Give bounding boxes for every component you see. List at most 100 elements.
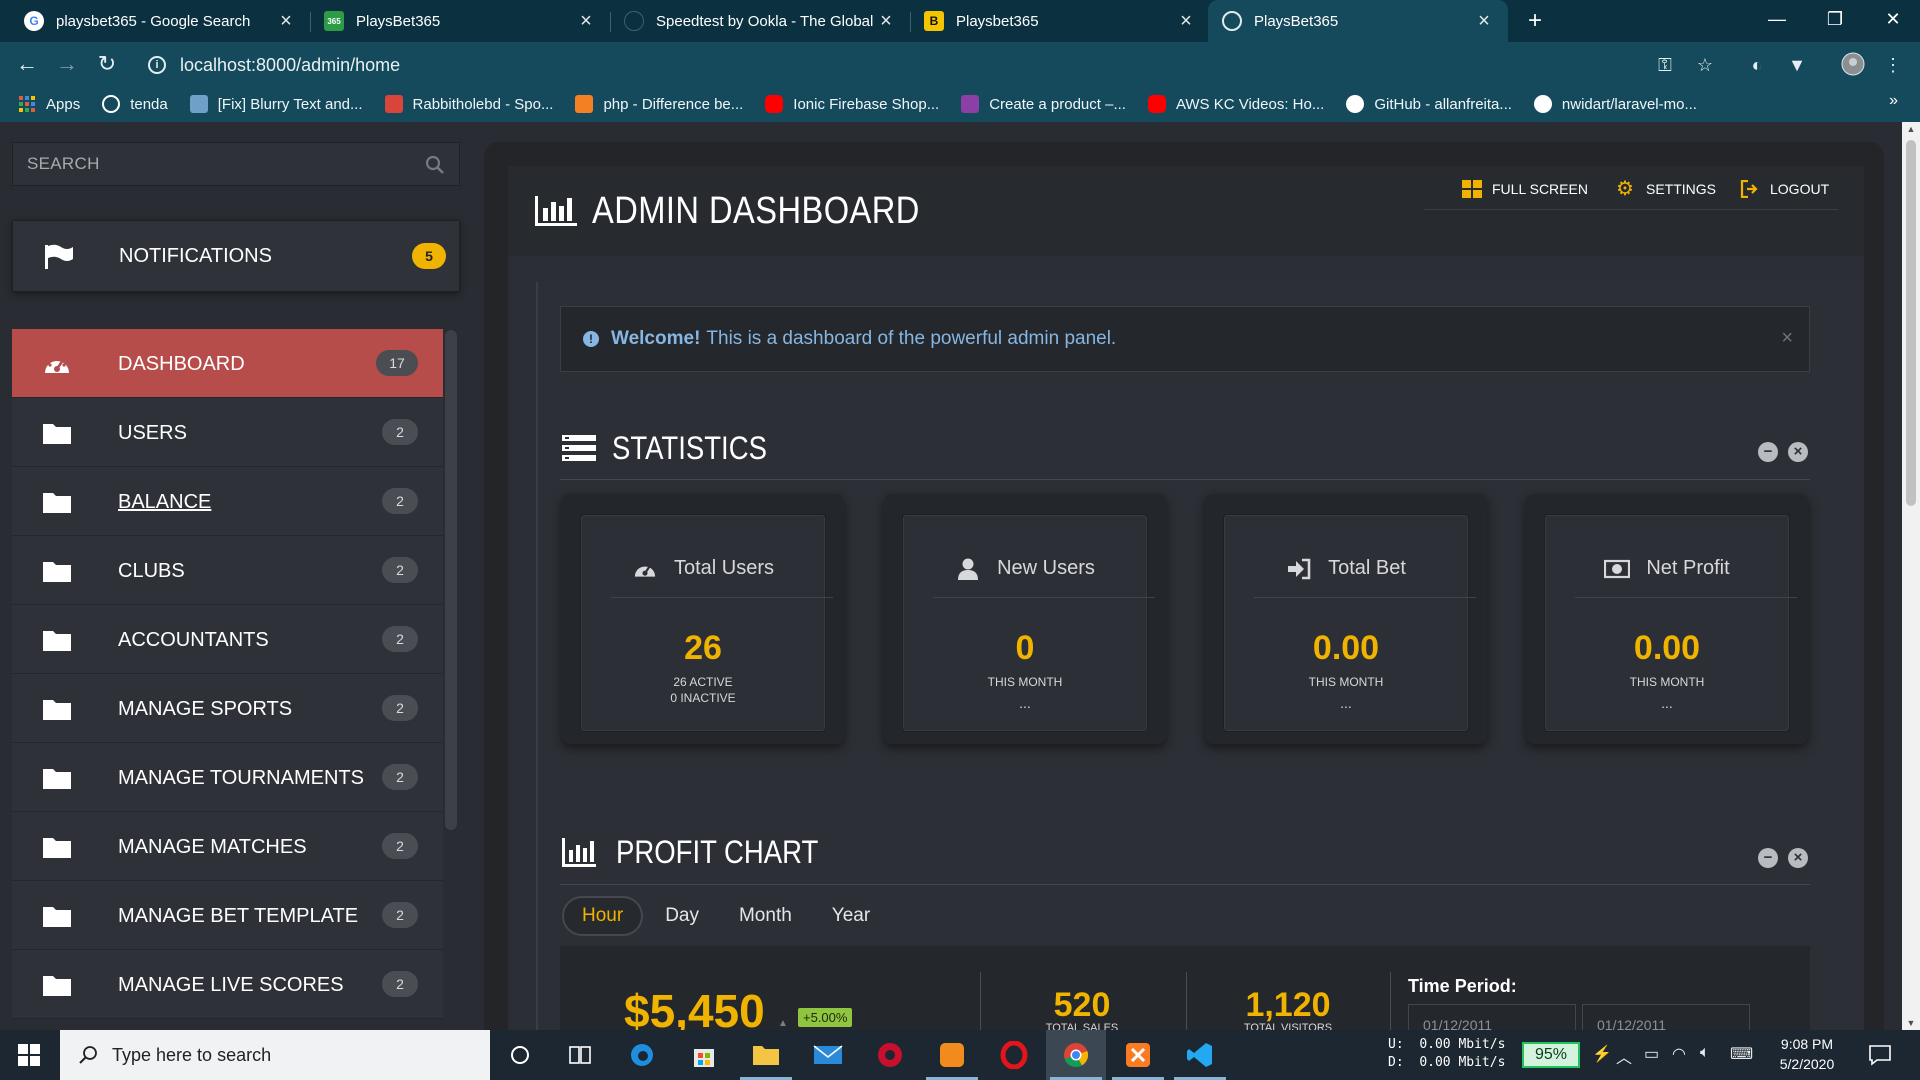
windows-start-icon[interactable] (18, 1044, 40, 1066)
sidebar-item-accountants[interactable]: ACCOUNTANTS 2 (12, 605, 443, 674)
folder-icon (43, 493, 71, 513)
search-input[interactable] (27, 154, 417, 174)
fullscreen-button[interactable]: FULL SCREEN (1462, 180, 1588, 198)
close-tab-icon[interactable]: × (1474, 10, 1494, 33)
sidebar-item-dashboard[interactable]: DASHBOARD 17 (12, 329, 443, 398)
close-section-icon[interactable]: × (1788, 442, 1808, 462)
settings-button[interactable]: ⚙ SETTINGS (1616, 178, 1717, 200)
battery-icon[interactable]: ▭ (1644, 1044, 1659, 1064)
bookmark-ionic-firebase[interactable]: Ionic Firebase Shop... (765, 95, 939, 113)
search-icon[interactable] (425, 155, 445, 175)
sidebar-item-manage-bet-template[interactable]: MANAGE BET TEMPLATE 2 (12, 881, 443, 950)
url-text[interactable]: localhost:8000/admin/home (180, 55, 400, 76)
tab-day[interactable]: Day (647, 896, 717, 936)
tab-playsbet-b[interactable]: B Playsbet365 × (910, 0, 1210, 42)
sidebar-item-manage-matches[interactable]: MANAGE MATCHES 2 (12, 812, 443, 881)
scrollbar-thumb[interactable] (1906, 140, 1916, 506)
volume-icon[interactable]: 🔈︎ (1700, 1044, 1710, 1062)
scroll-down-icon[interactable]: ▼ (1902, 1018, 1920, 1028)
sidebar-item-users[interactable]: USERS 2 (12, 398, 443, 467)
stat-card-total-users: Total Users 26 26 ACTIVE 0 INACTIVE (562, 494, 844, 744)
profile-avatar[interactable] (1840, 52, 1866, 78)
wifi-icon[interactable]: ◠ (1672, 1044, 1686, 1064)
tab-speedtest[interactable]: Speedtest by Ookla - The Global × (610, 0, 910, 42)
playsbet-b-icon: B (924, 11, 944, 31)
bookmark-github[interactable]: GitHub - allanfreita... (1346, 95, 1512, 113)
sidebar-item-label: CLUBS (118, 560, 185, 582)
bookmark-php[interactable]: php - Difference be... (575, 95, 743, 113)
close-tab-icon[interactable]: × (876, 10, 896, 33)
collapse-icon[interactable]: − (1758, 442, 1778, 462)
sidebar-item-clubs[interactable]: CLUBS 2 (12, 536, 443, 605)
close-tab-icon[interactable]: × (576, 10, 596, 33)
cortana-icon[interactable] (490, 1030, 550, 1080)
sidebar-item-manage-live-scores[interactable]: MANAGE LIVE SCORES 2 (12, 950, 443, 1019)
collapse-icon[interactable]: − (1758, 848, 1778, 868)
tab-hour[interactable]: Hour (562, 896, 644, 936)
minimize-icon[interactable]: — (1748, 0, 1806, 42)
taskbar-search-input[interactable] (112, 1044, 472, 1066)
chrome-icon[interactable] (1046, 1030, 1106, 1080)
bookmark-blurry-text[interactable]: [Fix] Blurry Text and... (189, 95, 363, 113)
action-center-icon[interactable] (1868, 1044, 1892, 1066)
store-icon[interactable] (674, 1030, 734, 1080)
sidebar-scrollbar[interactable] (445, 330, 457, 830)
close-icon[interactable]: × (1781, 327, 1793, 350)
back-icon[interactable]: ← (12, 50, 42, 80)
address-bar[interactable]: i localhost:8000/admin/home (138, 50, 1704, 80)
bookmark-create-product[interactable]: Create a product –... (961, 95, 1126, 113)
menu-kebab-icon[interactable]: ⋮ (1880, 52, 1906, 78)
close-tab-icon[interactable]: × (1176, 10, 1196, 33)
close-window-icon[interactable]: ✕ (1864, 0, 1920, 42)
edge-icon[interactable] (612, 1030, 672, 1080)
dashboard-icon (45, 357, 69, 373)
opera-icon[interactable] (984, 1030, 1044, 1080)
tab-year[interactable]: Year (814, 896, 888, 936)
settings-label: SETTINGS (1646, 181, 1717, 197)
sidebar-item-balance[interactable]: BALANCE 2 (12, 467, 443, 536)
tab-google-search[interactable]: G playsbet365 - Google Search × (10, 0, 310, 42)
stat-card-net-profit: Net Profit 0.00 THIS MONTH ... (1526, 494, 1808, 744)
xampp-icon[interactable] (1108, 1030, 1168, 1080)
gear-icon: ⚙ (1616, 178, 1634, 200)
sidebar-item-manage-sports[interactable]: MANAGE SPORTS 2 (12, 674, 443, 743)
keyboard-icon[interactable]: ⌨ (1730, 1044, 1753, 1064)
vscode-icon[interactable] (1170, 1030, 1230, 1080)
notifications-panel[interactable]: NOTIFICATIONS 5 (12, 220, 460, 292)
count-badge: 2 (382, 626, 418, 652)
reload-icon[interactable]: ↻ (92, 50, 122, 80)
vpn-extension-icon[interactable]: ▼ (1784, 52, 1810, 78)
key-icon[interactable]: ⚿ (1652, 52, 1678, 78)
restore-icon[interactable]: ❐ (1806, 0, 1864, 42)
new-tab-button[interactable]: + (1520, 6, 1550, 36)
tab-month[interactable]: Month (721, 896, 810, 936)
site-info-icon[interactable]: i (148, 56, 166, 74)
bookmark-rabbitholebd[interactable]: Rabbitholebd - Spo... (384, 95, 553, 113)
bookmark-tenda[interactable]: tenda (102, 95, 168, 113)
task-view-icon[interactable] (550, 1030, 610, 1080)
scroll-up-icon[interactable]: ▲ (1902, 124, 1920, 134)
bookmark-apps[interactable]: Apps (18, 95, 80, 113)
close-section-icon[interactable]: × (1788, 848, 1808, 868)
file-explorer-icon[interactable] (736, 1030, 796, 1080)
tab-playsbet365-active[interactable]: PlaysBet365 × (1208, 0, 1508, 42)
mail-icon[interactable] (798, 1030, 858, 1080)
bookmarks-overflow-icon[interactable]: » (1889, 92, 1898, 110)
tab-playsbet365[interactable]: 365 PlaysBet365 × (310, 0, 610, 42)
photo-app-icon[interactable] (922, 1030, 982, 1080)
sidebar-item-manage-tournaments[interactable]: MANAGE TOURNAMENTS 2 (12, 743, 443, 812)
page-scrollbar[interactable]: ▲ ▼ (1902, 122, 1920, 1030)
forward-icon[interactable]: → (52, 50, 82, 80)
taskbar-search[interactable] (60, 1030, 490, 1080)
battery-indicator[interactable]: 95% (1522, 1042, 1580, 1068)
logout-button[interactable]: LOGOUT (1740, 180, 1829, 198)
taskbar-clock[interactable]: 9:08 PM 5/2/2020 (1762, 1034, 1852, 1074)
chevron-up-icon[interactable]: ︿ (1616, 1044, 1632, 1068)
bookmark-star-icon[interactable]: ☆ (1692, 52, 1718, 78)
extension-icon[interactable]: ◐ (1744, 52, 1770, 78)
bookmark-laravel-modules[interactable]: nwidart/laravel-mo... (1533, 95, 1697, 113)
time-period-label: Time Period: (1408, 976, 1517, 996)
close-tab-icon[interactable]: × (276, 10, 296, 33)
bookmark-aws-kc[interactable]: AWS KC Videos: Ho... (1147, 95, 1324, 113)
antivirus-icon[interactable] (860, 1030, 920, 1080)
